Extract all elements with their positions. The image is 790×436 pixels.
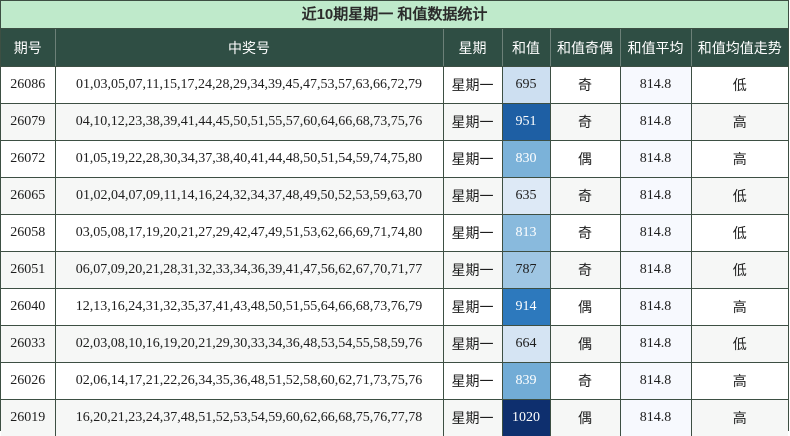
cell-parity: 偶 — [550, 326, 620, 363]
cell-trend: 高 — [691, 104, 788, 141]
cell-trend: 高 — [691, 289, 788, 326]
cell-average: 814.8 — [620, 326, 691, 363]
cell-parity: 奇 — [550, 178, 620, 215]
cell-average: 814.8 — [620, 215, 691, 252]
cell-trend: 低 — [691, 67, 788, 104]
cell-issue: 26040 — [1, 289, 55, 326]
cell-sum: 914 — [502, 289, 550, 326]
cell-issue: 26072 — [1, 141, 55, 178]
header-average: 和值平均 — [620, 29, 691, 67]
cell-average: 814.8 — [620, 400, 691, 436]
cell-sum: 787 — [502, 252, 550, 289]
cell-weekday: 星期一 — [443, 178, 502, 215]
cell-sum: 635 — [502, 178, 550, 215]
cell-sum: 813 — [502, 215, 550, 252]
table-title: 近10期星期一 和值数据统计 — [1, 1, 788, 29]
cell-average: 814.8 — [620, 178, 691, 215]
cell-parity: 奇 — [550, 215, 620, 252]
cell-numbers: 02,03,08,10,16,19,20,21,29,30,33,34,36,4… — [55, 326, 443, 363]
header-sum: 和值 — [502, 29, 550, 67]
stats-table-container: 近10期星期一 和值数据统计 期号 中奖号 星期 和值 和值奇偶 和值平均 和值… — [0, 0, 789, 431]
cell-weekday: 星期一 — [443, 252, 502, 289]
cell-sum: 664 — [502, 326, 550, 363]
cell-issue: 26058 — [1, 215, 55, 252]
table-row: 2605106,07,09,20,21,28,31,32,33,34,36,39… — [1, 252, 788, 289]
cell-trend: 低 — [691, 252, 788, 289]
header-parity: 和值奇偶 — [550, 29, 620, 67]
cell-parity: 奇 — [550, 363, 620, 400]
cell-parity: 偶 — [550, 400, 620, 436]
table-row: 2606501,02,04,07,09,11,14,16,24,32,34,37… — [1, 178, 788, 215]
cell-weekday: 星期一 — [443, 215, 502, 252]
header-trend: 和值均值走势 — [691, 29, 788, 67]
cell-numbers: 01,03,05,07,11,15,17,24,28,29,34,39,45,4… — [55, 67, 443, 104]
cell-parity: 奇 — [550, 104, 620, 141]
cell-issue: 26033 — [1, 326, 55, 363]
header-numbers: 中奖号 — [55, 29, 443, 67]
cell-parity: 偶 — [550, 289, 620, 326]
table-row: 2602602,06,14,17,21,22,26,34,35,36,48,51… — [1, 363, 788, 400]
cell-trend: 低 — [691, 326, 788, 363]
table-row: 2605803,05,08,17,19,20,21,27,29,42,47,49… — [1, 215, 788, 252]
table-body: 2608601,03,05,07,11,15,17,24,28,29,34,39… — [1, 67, 788, 436]
header-row: 期号 中奖号 星期 和值 和值奇偶 和值平均 和值均值走势 — [1, 29, 788, 67]
table-row: 2604012,13,16,24,31,32,35,37,41,43,48,50… — [1, 289, 788, 326]
cell-weekday: 星期一 — [443, 326, 502, 363]
cell-sum: 839 — [502, 363, 550, 400]
cell-trend: 低 — [691, 178, 788, 215]
sum-statistics-table: 期号 中奖号 星期 和值 和值奇偶 和值平均 和值均值走势 2608601,03… — [1, 29, 788, 436]
header-weekday: 星期 — [443, 29, 502, 67]
cell-sum: 951 — [502, 104, 550, 141]
cell-trend: 高 — [691, 141, 788, 178]
cell-parity: 奇 — [550, 67, 620, 104]
cell-numbers: 02,06,14,17,21,22,26,34,35,36,48,51,52,5… — [55, 363, 443, 400]
cell-sum: 1020 — [502, 400, 550, 436]
cell-issue: 26019 — [1, 400, 55, 436]
cell-numbers: 03,05,08,17,19,20,21,27,29,42,47,49,51,5… — [55, 215, 443, 252]
cell-weekday: 星期一 — [443, 104, 502, 141]
cell-numbers: 01,02,04,07,09,11,14,16,24,32,34,37,48,4… — [55, 178, 443, 215]
cell-average: 814.8 — [620, 363, 691, 400]
table-row: 2607201,05,19,22,28,30,34,37,38,40,41,44… — [1, 141, 788, 178]
cell-weekday: 星期一 — [443, 289, 502, 326]
cell-trend: 低 — [691, 215, 788, 252]
table-row: 2601916,20,21,23,24,37,48,51,52,53,54,59… — [1, 400, 788, 436]
cell-average: 814.8 — [620, 289, 691, 326]
cell-average: 814.8 — [620, 104, 691, 141]
cell-weekday: 星期一 — [443, 363, 502, 400]
cell-issue: 26026 — [1, 363, 55, 400]
cell-issue: 26051 — [1, 252, 55, 289]
cell-weekday: 星期一 — [443, 67, 502, 104]
cell-numbers: 16,20,21,23,24,37,48,51,52,53,54,59,60,6… — [55, 400, 443, 436]
cell-issue: 26065 — [1, 178, 55, 215]
cell-average: 814.8 — [620, 67, 691, 104]
cell-trend: 高 — [691, 400, 788, 436]
cell-numbers: 01,05,19,22,28,30,34,37,38,40,41,44,48,5… — [55, 141, 443, 178]
cell-numbers: 06,07,09,20,21,28,31,32,33,34,36,39,41,4… — [55, 252, 443, 289]
table-row: 2608601,03,05,07,11,15,17,24,28,29,34,39… — [1, 67, 788, 104]
header-issue: 期号 — [1, 29, 55, 67]
cell-weekday: 星期一 — [443, 141, 502, 178]
table-row: 2603302,03,08,10,16,19,20,21,29,30,33,34… — [1, 326, 788, 363]
table-row: 2607904,10,12,23,38,39,41,44,45,50,51,55… — [1, 104, 788, 141]
cell-numbers: 12,13,16,24,31,32,35,37,41,43,48,50,51,5… — [55, 289, 443, 326]
cell-issue: 26079 — [1, 104, 55, 141]
cell-issue: 26086 — [1, 67, 55, 104]
cell-sum: 830 — [502, 141, 550, 178]
cell-trend: 高 — [691, 363, 788, 400]
cell-average: 814.8 — [620, 141, 691, 178]
cell-parity: 偶 — [550, 141, 620, 178]
cell-numbers: 04,10,12,23,38,39,41,44,45,50,51,55,57,6… — [55, 104, 443, 141]
cell-sum: 695 — [502, 67, 550, 104]
cell-average: 814.8 — [620, 252, 691, 289]
cell-weekday: 星期一 — [443, 400, 502, 436]
cell-parity: 奇 — [550, 252, 620, 289]
